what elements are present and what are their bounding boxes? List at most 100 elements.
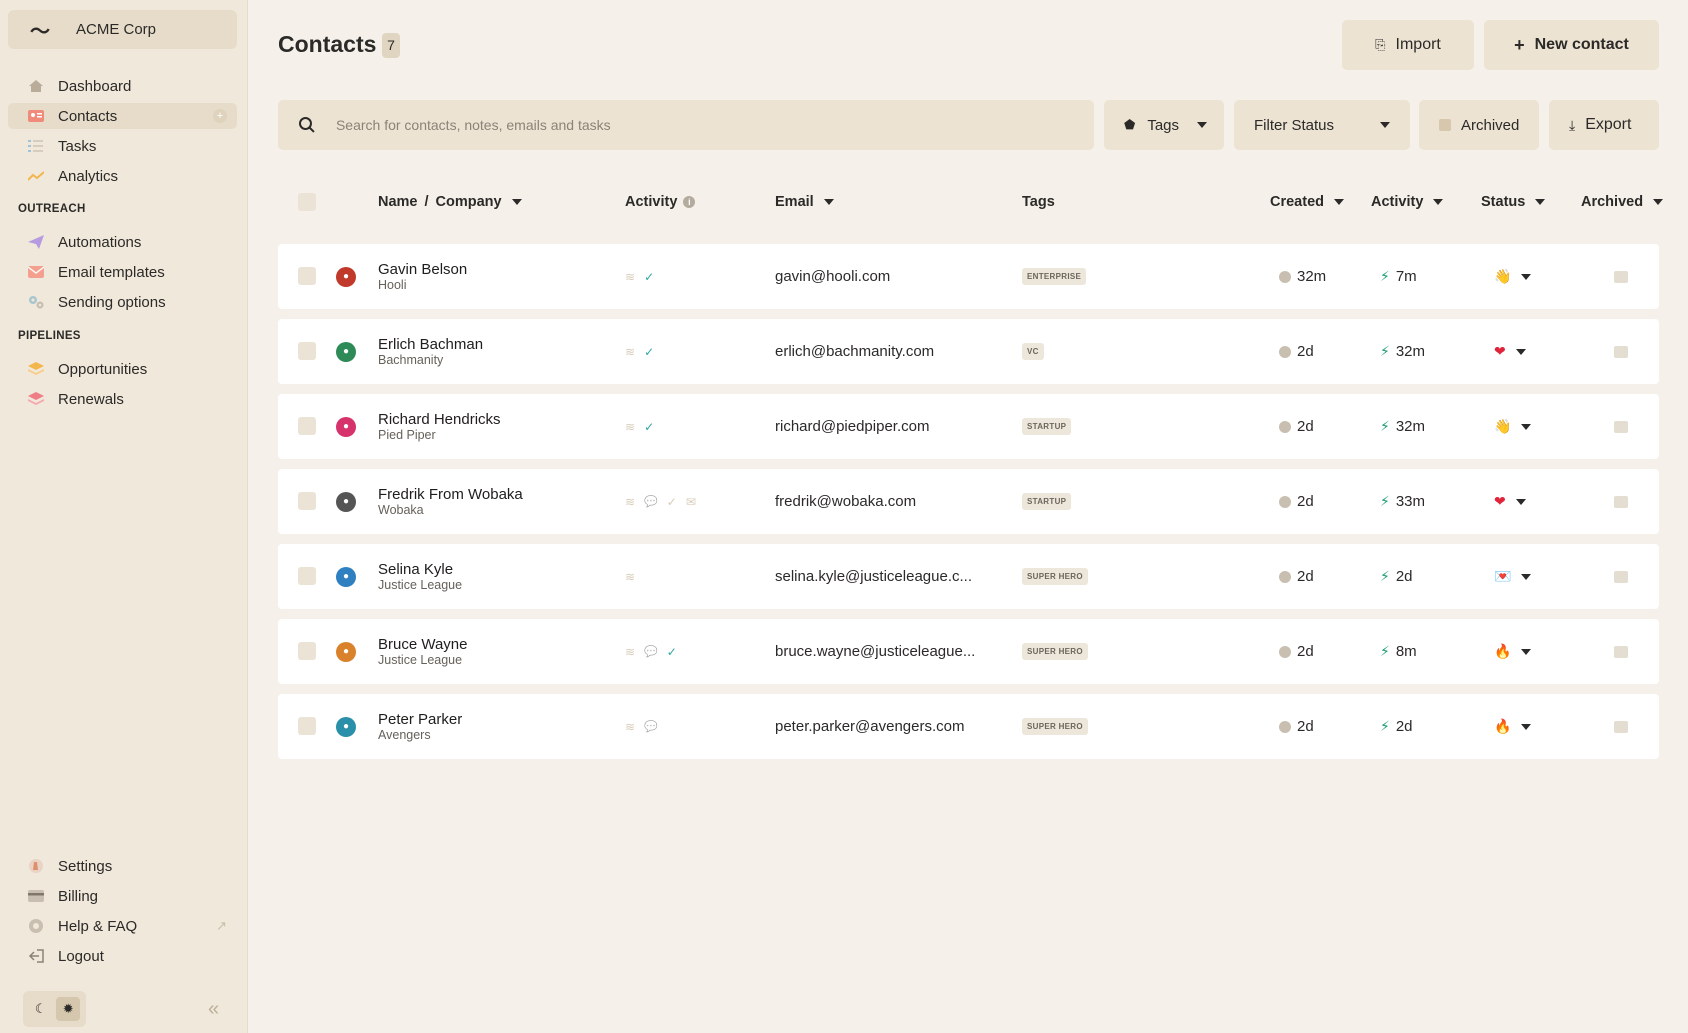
- contact-email[interactable]: selina.kyle@justiceleague.c...: [775, 544, 972, 609]
- info-icon[interactable]: i: [683, 196, 696, 208]
- person-icon: ●: [342, 271, 350, 282]
- column-name-label: Name: [378, 194, 418, 210]
- contact-email[interactable]: gavin@hooli.com: [775, 244, 890, 309]
- contact-name[interactable]: Gavin Belson: [378, 261, 467, 278]
- archive-icon[interactable]: [1614, 345, 1628, 358]
- import-button[interactable]: ⎘ Import: [1342, 20, 1474, 70]
- tags-filter[interactable]: ⬟ Tags: [1104, 100, 1224, 150]
- contact-name[interactable]: Peter Parker: [378, 711, 462, 728]
- table-row[interactable]: ● Gavin Belson Hooli ≋ ✓ gavin@hooli.com …: [278, 244, 1659, 309]
- tag-badge[interactable]: SUPER HERO: [1022, 568, 1088, 585]
- column-last-activity[interactable]: Activity: [1371, 194, 1444, 210]
- table-row[interactable]: ● Richard Hendricks Pied Piper ≋ ✓ richar…: [278, 394, 1659, 459]
- row-checkbox[interactable]: [298, 567, 316, 585]
- sidebar-item-tasks[interactable]: Tasks: [8, 133, 237, 159]
- stack-icon: ≋: [625, 344, 636, 359]
- contact-name[interactable]: Bruce Wayne: [378, 636, 467, 653]
- archive-icon[interactable]: [1614, 495, 1628, 508]
- column-created[interactable]: Created: [1270, 194, 1344, 210]
- status-emoji-icon: ❤: [1494, 493, 1506, 509]
- contact-company: Justice League: [378, 652, 463, 667]
- import-icon: ⎘: [1375, 37, 1386, 52]
- sidebar-item-settings[interactable]: Settings: [8, 853, 237, 879]
- column-status[interactable]: Status: [1481, 194, 1546, 210]
- analytics-icon: [28, 168, 44, 184]
- archive-icon[interactable]: [1614, 270, 1628, 283]
- status-dropdown[interactable]: 🔥: [1494, 619, 1532, 684]
- row-checkbox[interactable]: [298, 492, 316, 510]
- status-dropdown[interactable]: 🔥: [1494, 694, 1532, 759]
- export-button[interactable]: ⤓ Export: [1549, 100, 1659, 150]
- sidebar-item-email-templates[interactable]: Email templates: [8, 259, 237, 285]
- row-checkbox[interactable]: [298, 717, 316, 735]
- theme-toggle[interactable]: ☾ ✹: [23, 991, 86, 1027]
- archive-icon[interactable]: [1614, 420, 1628, 433]
- archive-icon[interactable]: [1614, 570, 1628, 583]
- row-checkbox[interactable]: [298, 417, 316, 435]
- search-bar[interactable]: [278, 100, 1094, 150]
- status-dropdown[interactable]: 👋: [1494, 244, 1532, 309]
- table-row[interactable]: ● Fredrik From Wobaka Wobaka ≋ 💬 ✓ ✉ fredri…: [278, 469, 1659, 534]
- collapse-sidebar-icon[interactable]: «: [208, 998, 219, 1021]
- column-email[interactable]: Email: [775, 194, 834, 210]
- archive-icon[interactable]: [1614, 720, 1628, 733]
- sidebar-item-billing[interactable]: Billing: [8, 883, 237, 909]
- last-activity-value: 2d: [1395, 568, 1413, 585]
- tag-badge[interactable]: ENTERPRISE: [1022, 268, 1087, 285]
- sidebar-item-logout[interactable]: Logout: [8, 943, 237, 969]
- sidebar-item-renewals[interactable]: Renewals: [8, 386, 237, 412]
- contact-email[interactable]: richard@piedpiper.com: [775, 394, 929, 459]
- tag-badge[interactable]: SUPER HERO: [1022, 643, 1088, 660]
- column-activity[interactable]: Activity i: [625, 194, 696, 210]
- tag-badge[interactable]: SUPER HERO: [1022, 718, 1088, 735]
- row-checkbox[interactable]: [298, 642, 316, 660]
- row-checkbox[interactable]: [298, 267, 316, 285]
- status-dropdown[interactable]: 💌: [1494, 544, 1532, 609]
- sidebar-item-opportunities[interactable]: Opportunities: [8, 356, 237, 382]
- org-switcher[interactable]: 〜 ACME Corp: [8, 10, 237, 49]
- tag-badge[interactable]: STARTUP: [1022, 493, 1072, 510]
- archive-icon[interactable]: [1614, 645, 1628, 658]
- sidebar-item-label: Dashboard: [58, 77, 132, 95]
- column-name-company[interactable]: Name / Company: [378, 194, 522, 210]
- column-sep: /: [424, 194, 429, 210]
- contact-email[interactable]: peter.parker@avengers.com: [775, 694, 965, 759]
- contact-name[interactable]: Erlich Bachman: [378, 336, 483, 353]
- bolt-icon: ⚡: [1380, 418, 1390, 434]
- table-row[interactable]: ● Bruce Wayne Justice League ≋ 💬 ✓ bruce.w…: [278, 619, 1659, 684]
- contact-email[interactable]: bruce.wayne@justiceleague...: [775, 619, 975, 684]
- sidebar-item-automations[interactable]: Automations: [8, 229, 237, 255]
- archived-toggle[interactable]: Archived: [1419, 100, 1539, 150]
- sidebar-item-dashboard[interactable]: Dashboard: [8, 73, 237, 99]
- search-input[interactable]: [335, 117, 1094, 133]
- sidebar-item-analytics[interactable]: Analytics: [8, 163, 237, 189]
- status-dropdown[interactable]: 👋: [1494, 394, 1532, 459]
- status-emoji-icon: 👋: [1494, 268, 1512, 284]
- sun-icon[interactable]: ✹: [56, 997, 81, 1021]
- check-icon: ✓: [644, 344, 655, 359]
- add-contact-icon[interactable]: +: [213, 109, 227, 123]
- tag-badge[interactable]: VC: [1022, 343, 1044, 360]
- archived-checkbox[interactable]: [1439, 119, 1451, 131]
- sidebar-item-sending-options[interactable]: Sending options: [8, 289, 237, 315]
- contact-name[interactable]: Selina Kyle: [378, 561, 453, 578]
- table-row[interactable]: ● Peter Parker Avengers ≋ 💬 peter.parker@…: [278, 694, 1659, 759]
- table-row[interactable]: ● Selina Kyle Justice League ≋ selina.ky…: [278, 544, 1659, 609]
- status-emoji-icon: 💌: [1494, 568, 1512, 584]
- contact-name[interactable]: Richard Hendricks: [378, 411, 501, 428]
- status-filter[interactable]: Filter Status: [1234, 100, 1410, 150]
- contact-email[interactable]: fredrik@wobaka.com: [775, 469, 916, 534]
- status-dropdown[interactable]: ❤: [1494, 469, 1526, 534]
- tag-badge[interactable]: STARTUP: [1022, 418, 1072, 435]
- contact-email[interactable]: erlich@bachmanity.com: [775, 319, 934, 384]
- column-archived[interactable]: Archived: [1581, 194, 1664, 210]
- table-row[interactable]: ● Erlich Bachman Bachmanity ≋ ✓ erlich@ba…: [278, 319, 1659, 384]
- row-checkbox[interactable]: [298, 342, 316, 360]
- sidebar-item-contacts[interactable]: Contacts +: [8, 103, 237, 129]
- select-all-checkbox[interactable]: [298, 193, 316, 211]
- contact-name[interactable]: Fredrik From Wobaka: [378, 486, 523, 503]
- status-dropdown[interactable]: ❤: [1494, 319, 1526, 384]
- sidebar-item-help[interactable]: Help & FAQ ↗: [8, 913, 237, 939]
- new-contact-button[interactable]: + New contact: [1484, 20, 1659, 70]
- moon-icon[interactable]: ☾: [29, 997, 53, 1021]
